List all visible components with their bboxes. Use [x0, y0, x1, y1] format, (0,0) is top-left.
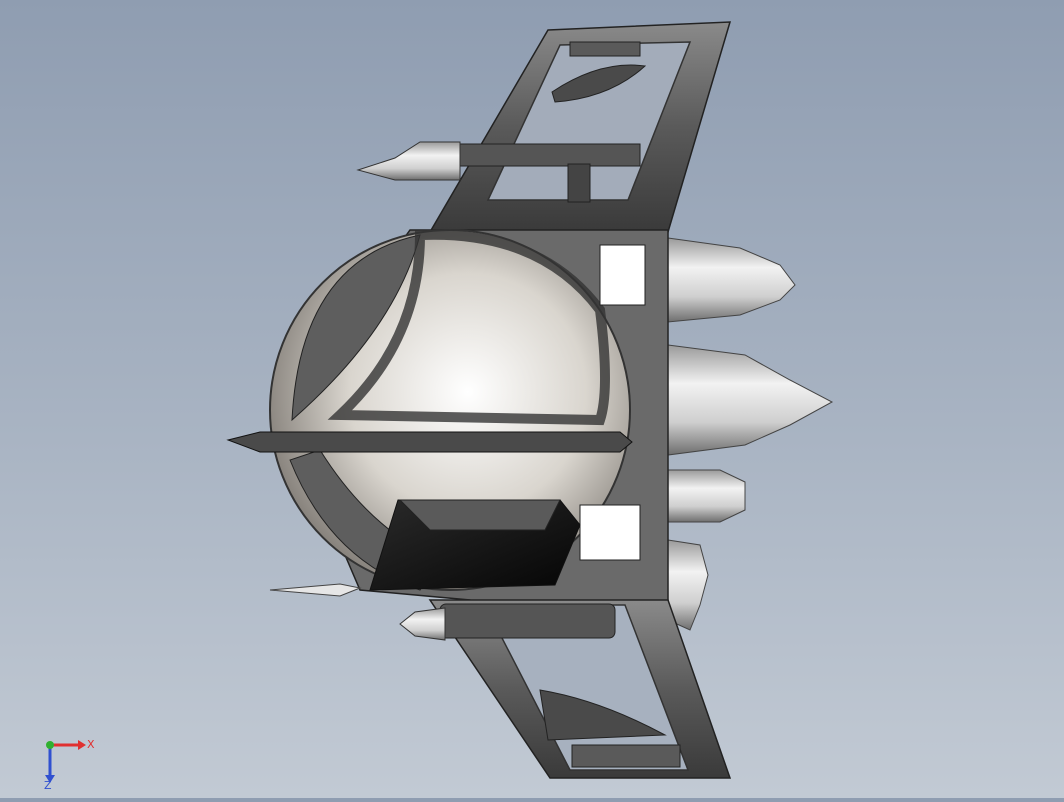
coordinate-triad: X Z — [40, 730, 100, 792]
spaceship-model[interactable] — [0, 0, 1064, 798]
equator-ring — [226, 431, 633, 453]
nose-spike — [269, 583, 362, 597]
graphics-viewport[interactable] — [0, 0, 1064, 798]
z-axis-label: Z — [44, 779, 52, 790]
lower-intake — [369, 499, 581, 591]
lower-missile — [399, 603, 616, 641]
y-axis-dot — [46, 741, 54, 749]
engine-cluster — [667, 237, 834, 631]
x-axis-label: X — [87, 738, 95, 751]
